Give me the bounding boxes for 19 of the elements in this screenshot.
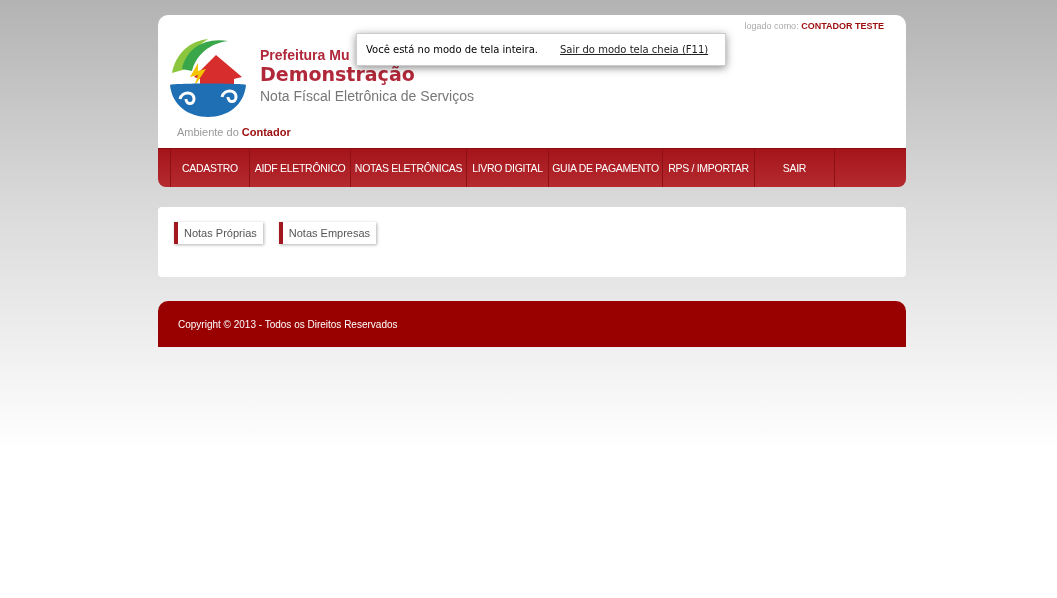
environment-role: Contador	[241, 126, 291, 138]
header-subtitle: Nota Físcal Eletrônica de Serviços	[260, 87, 474, 104]
exit-fullscreen-link[interactable]: Sair do modo tela cheia (F11)	[559, 44, 709, 55]
logged-user: CONTADOR TESTE	[801, 21, 884, 31]
copyright-text: Copyright © 2013 - Todos os Direitos Reservados	[178, 318, 398, 330]
notes-button[interactable]: Notas Próprias	[174, 222, 263, 244]
nav-item[interactable]: SAIR	[754, 149, 835, 187]
nav-item[interactable]: CADASTRO	[170, 149, 249, 187]
notes-button[interactable]: Notas Empresas	[278, 222, 377, 244]
nav-item[interactable]: GUIA DE PAGAMENTO	[548, 149, 662, 187]
nav-item[interactable]: AIDF ELETRÔNICO	[249, 149, 350, 187]
nav-item[interactable]: RPS / IMPORTAR	[662, 149, 754, 187]
city-name: Demonstração	[260, 62, 415, 85]
nav-item[interactable]: NOTAS ELETRÔNICAS	[350, 149, 466, 187]
logged-label: logado como:	[744, 21, 799, 31]
nav-item[interactable]: LIVRO DIGITAL	[466, 149, 548, 187]
notice-message: Você está no modo de tela inteira.	[366, 44, 538, 55]
environment-label: Ambiente do	[177, 126, 239, 138]
header-title: Prefeitura Mu	[260, 46, 350, 63]
